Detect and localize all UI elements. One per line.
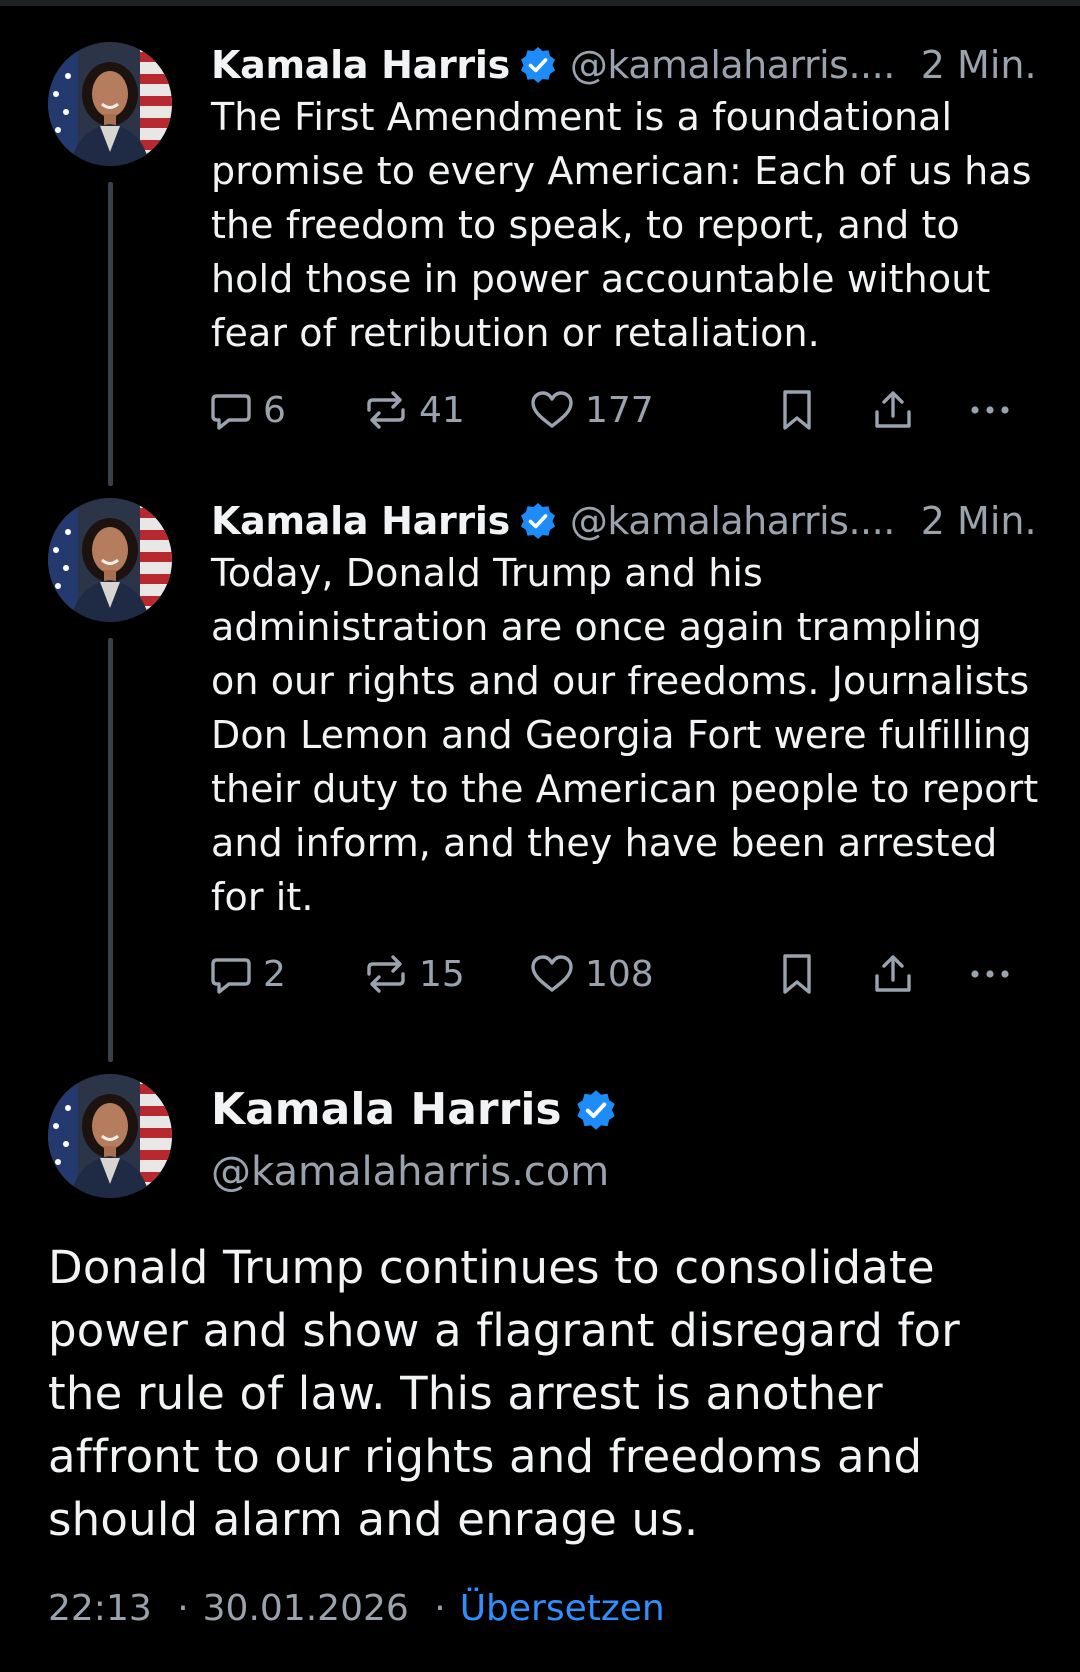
like-count: 177 (585, 389, 654, 431)
author-name[interactable]: Kamala Harris (211, 499, 510, 543)
share-upload-icon (875, 955, 911, 992)
avatar-image (48, 498, 172, 622)
bookmark-button[interactable] (777, 380, 817, 440)
verified-check-icon (576, 1089, 615, 1130)
more-dots-icon (971, 970, 1009, 978)
share-button[interactable] (871, 944, 915, 1004)
post-time[interactable]: 2 Min. (921, 499, 1037, 543)
reply-button[interactable]: 6 (209, 380, 286, 440)
repost-arrows-icon (367, 955, 405, 993)
more-button[interactable] (967, 944, 1013, 1004)
post-time[interactable]: 2 Min. (921, 43, 1037, 87)
share-button[interactable] (871, 380, 915, 440)
speech-bubble-icon (211, 958, 251, 994)
action-bar: 6 41 177 (211, 380, 1031, 440)
reply-button[interactable]: 2 (209, 944, 286, 1004)
bookmark-icon (783, 954, 811, 994)
author-name[interactable]: Kamala Harris (211, 1084, 562, 1135)
post-header: Kamala Harris @kamalaharris.... 2 Min. (211, 40, 1041, 90)
speech-bubble-icon (211, 394, 251, 430)
top-border (0, 0, 1080, 6)
repost-button[interactable]: 41 (363, 380, 465, 440)
main-post-header: Kamala Harris @kamalaharris.com (211, 1084, 630, 1195)
more-dots-icon (971, 406, 1009, 414)
avatar[interactable] (48, 42, 172, 166)
post-meta: 22:13 · 30.01.2026 · Übersetzen (48, 1588, 665, 1629)
repost-count: 41 (419, 389, 465, 431)
post-text: The First Amendment is a foundational pr… (211, 95, 1032, 355)
more-button[interactable] (967, 380, 1013, 440)
meta-separator: · (434, 1588, 446, 1629)
action-bar: 2 15 108 (211, 944, 1031, 1004)
avatar[interactable] (48, 1074, 172, 1198)
translate-link[interactable]: Übersetzen (460, 1588, 665, 1629)
post-date: 30.01.2026 (202, 1588, 409, 1629)
post-time: 22:13 (48, 1588, 152, 1629)
author-handle[interactable]: @kamalaharris.com (211, 1149, 630, 1195)
share-upload-icon (875, 391, 911, 428)
main-name-row: Kamala Harris (211, 1084, 630, 1135)
thread-post-2[interactable]: Kamala Harris @kamalaharris.... 2 Min. T… (211, 496, 1041, 1004)
author-handle[interactable]: @kamalaharris.... (570, 499, 895, 543)
post-text: Today, Donald Trump and his administrati… (211, 551, 1039, 919)
reply-count: 6 (263, 389, 286, 431)
avatar-image (48, 42, 172, 166)
author-name[interactable]: Kamala Harris (211, 43, 510, 87)
author-handle[interactable]: @kamalaharris.... (570, 43, 895, 87)
post-header: Kamala Harris @kamalaharris.... 2 Min. (211, 496, 1041, 546)
verified-check-icon (520, 503, 555, 539)
like-count: 108 (585, 953, 654, 995)
bookmark-icon (783, 390, 811, 430)
repost-button[interactable]: 15 (363, 944, 465, 1004)
like-button[interactable]: 177 (529, 380, 654, 440)
avatar[interactable] (48, 498, 172, 622)
avatar-image (48, 1074, 172, 1198)
thread-line (108, 182, 113, 486)
like-button[interactable]: 108 (529, 944, 654, 1004)
thread-line (108, 638, 113, 1062)
heart-icon (531, 391, 573, 428)
meta-separator: · (177, 1588, 189, 1629)
verified-check-icon (520, 47, 555, 83)
heart-icon (531, 955, 573, 992)
reply-count: 2 (263, 953, 286, 995)
bookmark-button[interactable] (777, 944, 817, 1004)
repost-count: 15 (419, 953, 465, 995)
repost-arrows-icon (367, 391, 405, 429)
main-post-text: Donald Trump continues to consolidate po… (48, 1241, 960, 1546)
thread-post-1[interactable]: Kamala Harris @kamalaharris.... 2 Min. T… (211, 40, 1041, 440)
